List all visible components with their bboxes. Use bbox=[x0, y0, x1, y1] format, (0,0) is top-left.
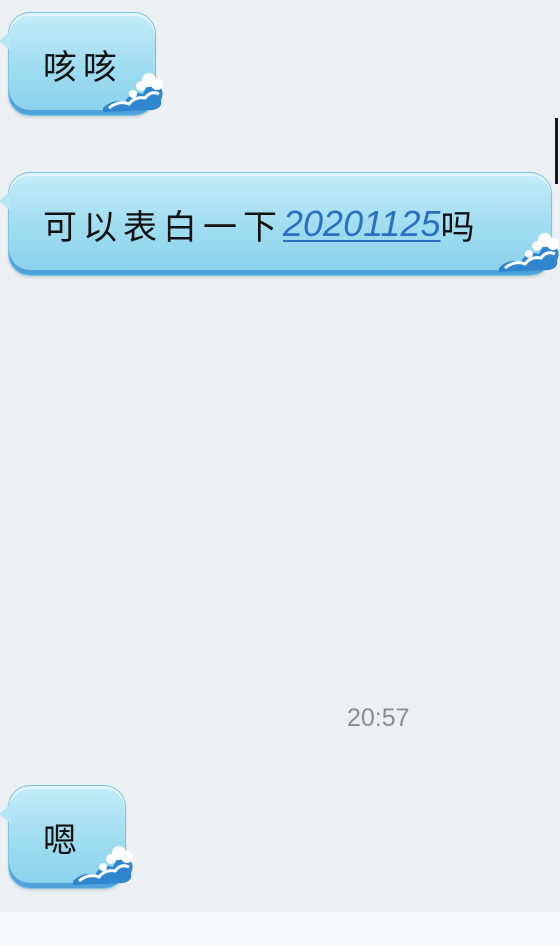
bubble-tail bbox=[0, 191, 11, 211]
chat-area: 咳咳 可以表白一下 20201125 吗 20:57 嗯 bbox=[0, 0, 560, 912]
timestamp: 20:57 bbox=[347, 704, 410, 732]
edge-mark bbox=[555, 118, 558, 184]
message-bubble[interactable]: 嗯 bbox=[0, 785, 133, 889]
bottom-strip bbox=[0, 912, 560, 946]
bubble-tail bbox=[0, 804, 11, 824]
message-bubble[interactable]: 咳咳 bbox=[0, 12, 163, 116]
message-text-suffix: 吗 bbox=[440, 207, 481, 248]
wave-decoration-icon bbox=[499, 228, 560, 281]
bubble-tail bbox=[0, 31, 11, 51]
wave-decoration-icon bbox=[73, 841, 135, 894]
wave-decoration-icon bbox=[103, 68, 165, 121]
message-bubble[interactable]: 可以表白一下 20201125 吗 bbox=[0, 172, 559, 276]
date-link[interactable]: 20201125 bbox=[283, 203, 441, 245]
message-text-prefix: 可以表白一下 bbox=[43, 207, 283, 248]
